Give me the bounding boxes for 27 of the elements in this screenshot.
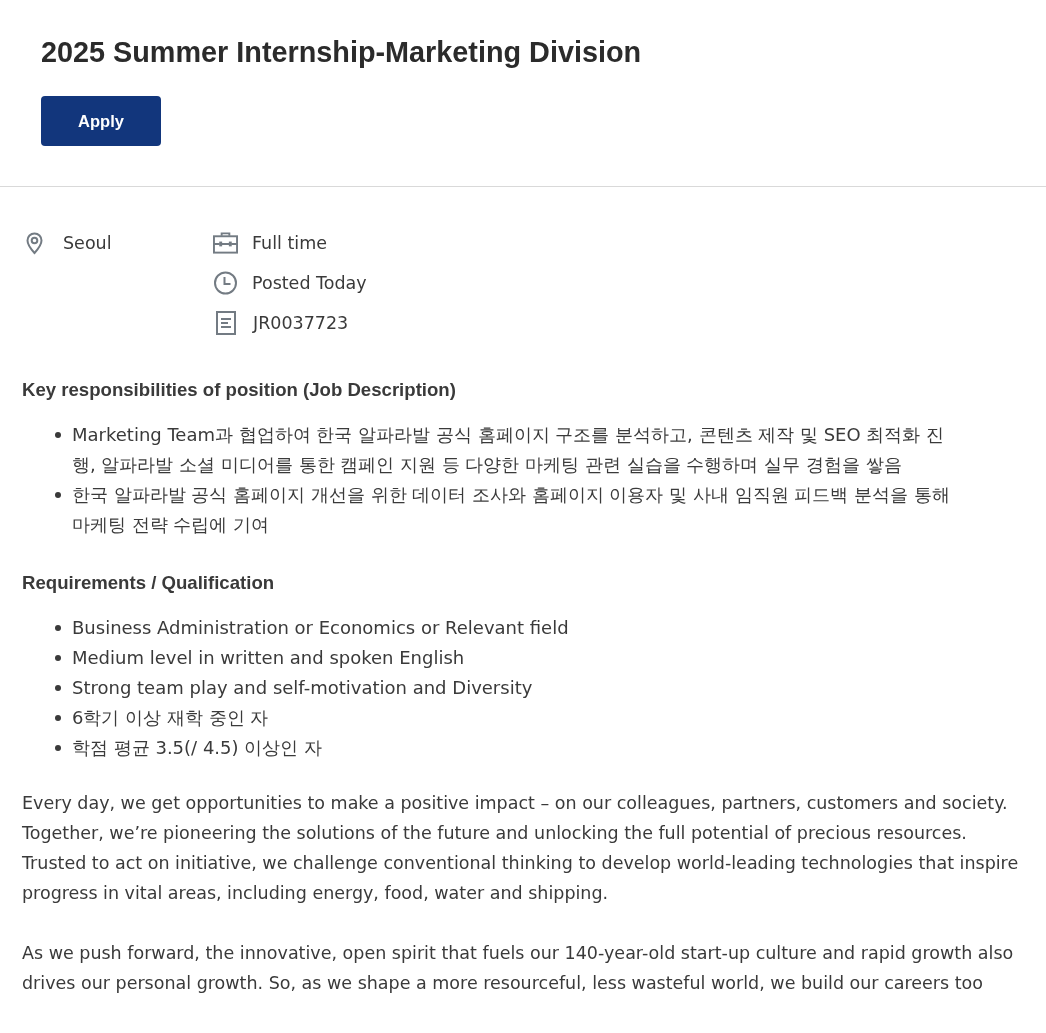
apply-button[interactable]: Apply bbox=[41, 96, 161, 146]
list-item-text: 6학기 이상 재학 중인 자 bbox=[72, 706, 270, 730]
bullet-icon bbox=[55, 492, 61, 498]
bullet-icon bbox=[55, 715, 61, 721]
section-heading: Requirements / Qualification bbox=[22, 571, 276, 595]
bullet-icon bbox=[55, 745, 61, 751]
body-paragraph: Every day, we get opportunities to make a positive impact – on our colleagues, partners, customers and society. Together, we’re pioneering the solutions of the future and unlocking the full potential of precious resources. Trusted to act on initiative, we challenge conventional thinking to develop world-leading technologies that inspire progress in vital areas, including energy, food, water and shipping. bbox=[22, 792, 1020, 905]
list-item-text: 학점 평균 3.5(/ 4.5) 이상인 자 bbox=[72, 736, 323, 760]
clock-icon bbox=[213, 271, 238, 295]
list-item-text: Business Administration or Economics or Relevant field bbox=[72, 616, 570, 640]
bullet-icon bbox=[55, 625, 61, 631]
info-text: Posted Today bbox=[252, 272, 367, 295]
briefcase-icon bbox=[213, 231, 238, 255]
list-item-text: 한국 알파라발 공식 홈페이지 개선을 위한 데이터 조사와 홈페이지 이용자 및 사내 임직원 피드백 분석을 통해 마케팅 전략 수립에 기여 bbox=[72, 483, 951, 537]
info-text: Full time bbox=[252, 232, 328, 255]
list-item-text: Strong team play and self-motivation and Diversity bbox=[72, 676, 534, 700]
list-item-text: Medium level in written and spoken English bbox=[72, 646, 466, 670]
location-text: Seoul bbox=[63, 232, 112, 255]
bullet-icon bbox=[55, 432, 61, 438]
bullet-icon bbox=[55, 655, 61, 661]
body-paragraph: As we push forward, the innovative, open spirit that fuels our 140-year-old start-up culture and rapid growth also drives our personal growth. So, as we shape a more resourceful, less wasteful world, we build our careers too bbox=[22, 942, 1015, 995]
list-item-text: Marketing Team과 협업하여 한국 알파라발 공식 홈페이지 구조를 분석하고, 콘텐츠 제작 및 SEO 최적화 진행, 알파라발 소셜 미디어를 통한 캠페인 지원 등 다양한 마케팅 관련 실습을 수행하며 실무 경험을 쌓음 bbox=[72, 423, 946, 477]
section-heading: Key responsibilities of position (Job Description) bbox=[22, 378, 457, 402]
job-title: 2025 Summer Internship-Marketing Division bbox=[41, 35, 643, 70]
document-icon bbox=[216, 311, 236, 335]
info-text: JR0037723 bbox=[253, 312, 349, 335]
bullet-icon bbox=[55, 685, 61, 691]
